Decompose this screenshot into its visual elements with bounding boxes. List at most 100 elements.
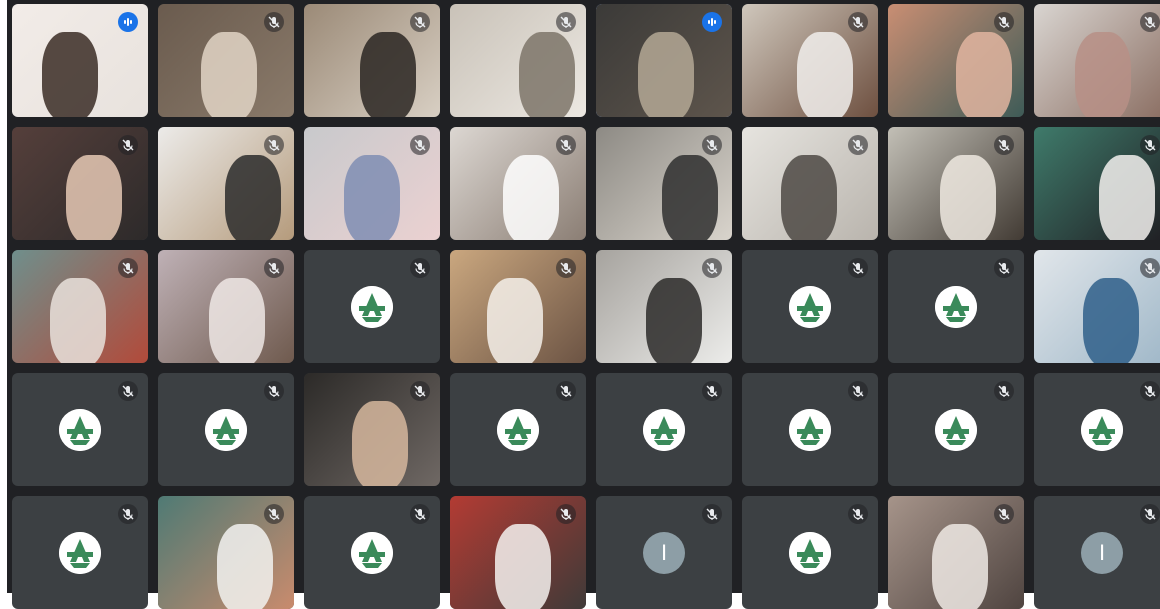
- mic-off-icon: [994, 258, 1014, 278]
- participant-tile[interactable]: [304, 496, 440, 609]
- participant-tile[interactable]: [158, 4, 294, 117]
- participant-tile[interactable]: [12, 496, 148, 609]
- mic-off-icon: [410, 135, 430, 155]
- mic-off-icon: [410, 504, 430, 524]
- participant-tile[interactable]: [596, 250, 732, 363]
- participant-figure: [201, 32, 257, 117]
- participant-tile[interactable]: [742, 127, 878, 240]
- participant-tile[interactable]: I: [1034, 496, 1160, 609]
- participant-figure: [503, 155, 559, 240]
- mic-off-icon: [264, 12, 284, 32]
- participant-figure: [956, 32, 1012, 117]
- mic-off-icon: [702, 135, 722, 155]
- participant-figure: [1099, 155, 1155, 240]
- participant-tile[interactable]: [158, 127, 294, 240]
- mic-off-icon: [556, 258, 576, 278]
- mic-off-icon: [410, 12, 430, 32]
- participant-tile[interactable]: [742, 250, 878, 363]
- participant-tile[interactable]: [304, 250, 440, 363]
- mic-off-icon: [118, 381, 138, 401]
- video-call-window: II: [0, 0, 1160, 609]
- mic-off-icon: [1140, 381, 1160, 401]
- mic-off-icon: [410, 258, 430, 278]
- participant-figure: [519, 32, 575, 117]
- mic-off-icon: [994, 135, 1014, 155]
- participant-tile[interactable]: [1034, 250, 1160, 363]
- mic-off-icon: [994, 12, 1014, 32]
- mic-off-icon: [264, 258, 284, 278]
- participant-tile[interactable]: [888, 127, 1024, 240]
- mic-off-icon: [848, 381, 868, 401]
- participant-tile[interactable]: [742, 373, 878, 486]
- participant-tile[interactable]: [450, 127, 586, 240]
- mic-off-icon: [702, 258, 722, 278]
- participant-tile[interactable]: [158, 250, 294, 363]
- participant-tile[interactable]: [450, 250, 586, 363]
- participant-tile[interactable]: [304, 373, 440, 486]
- participant-figure: [42, 32, 98, 117]
- mic-off-icon: [848, 12, 868, 32]
- mic-off-icon: [264, 135, 284, 155]
- participant-figure: [209, 278, 265, 363]
- participant-figure: [344, 155, 400, 240]
- school-logo-avatar: [789, 285, 831, 328]
- mic-off-icon: [848, 258, 868, 278]
- participant-figure: [932, 524, 988, 609]
- participant-figure: [217, 524, 273, 609]
- school-logo-avatar: [789, 408, 831, 451]
- participant-figure: [352, 401, 408, 486]
- participant-figure: [646, 278, 702, 363]
- participant-tile[interactable]: [888, 373, 1024, 486]
- mic-off-icon: [264, 381, 284, 401]
- school-logo-avatar: [497, 408, 539, 451]
- mic-off-icon: [994, 381, 1014, 401]
- participant-figure: [662, 155, 718, 240]
- participant-tile[interactable]: [12, 127, 148, 240]
- participant-tile[interactable]: [12, 373, 148, 486]
- participant-tile[interactable]: [304, 127, 440, 240]
- participant-tile[interactable]: [1034, 127, 1160, 240]
- school-logo-avatar: [643, 408, 685, 451]
- participant-tile[interactable]: [450, 496, 586, 609]
- participant-tile[interactable]: [742, 496, 878, 609]
- participant-tile[interactable]: [450, 373, 586, 486]
- school-logo-avatar: [205, 408, 247, 451]
- mic-off-icon: [264, 504, 284, 524]
- participant-tile[interactable]: [596, 373, 732, 486]
- participant-tile[interactable]: [596, 127, 732, 240]
- participant-figure: [1075, 32, 1131, 117]
- school-logo-avatar: [789, 531, 831, 574]
- participant-tile[interactable]: [1034, 4, 1160, 117]
- mic-off-icon: [118, 504, 138, 524]
- school-logo-avatar: [59, 531, 101, 574]
- speaking-indicator-icon: [118, 12, 138, 32]
- participant-tile[interactable]: [12, 250, 148, 363]
- participant-tile[interactable]: [158, 496, 294, 609]
- participant-tile[interactable]: [888, 496, 1024, 609]
- participant-figure: [66, 155, 122, 240]
- participant-tile[interactable]: [304, 4, 440, 117]
- letter-avatar: I: [643, 531, 685, 574]
- letter-avatar: I: [1081, 531, 1123, 574]
- participant-figure: [797, 32, 853, 117]
- participant-tile[interactable]: [742, 4, 878, 117]
- mic-off-icon: [1140, 258, 1160, 278]
- participant-figure: [940, 155, 996, 240]
- school-logo-avatar: [59, 408, 101, 451]
- participant-tile[interactable]: [888, 250, 1024, 363]
- mic-off-icon: [556, 504, 576, 524]
- mic-off-icon: [410, 381, 430, 401]
- mic-off-icon: [556, 12, 576, 32]
- participant-tile[interactable]: [1034, 373, 1160, 486]
- participant-tile[interactable]: [450, 4, 586, 117]
- participant-tile[interactable]: [12, 4, 148, 117]
- participant-tile[interactable]: [888, 4, 1024, 117]
- school-logo-avatar: [935, 285, 977, 328]
- participant-figure: [225, 155, 281, 240]
- school-logo-avatar: [351, 285, 393, 328]
- participant-tile[interactable]: [158, 373, 294, 486]
- participant-tile[interactable]: I: [596, 496, 732, 609]
- participant-tile[interactable]: [596, 4, 732, 117]
- school-logo-avatar: [351, 531, 393, 574]
- participant-figure: [360, 32, 416, 117]
